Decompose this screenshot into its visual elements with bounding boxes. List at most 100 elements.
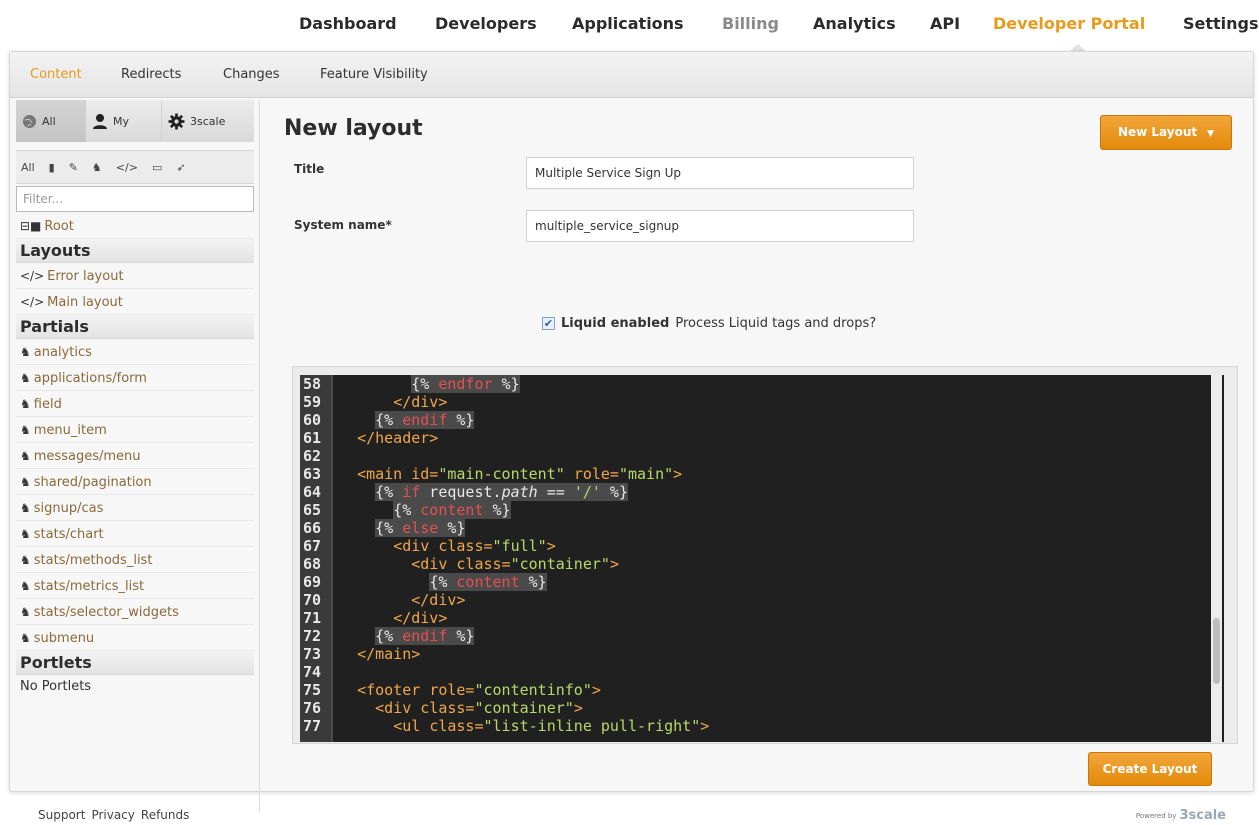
user-icon <box>93 114 107 129</box>
partial-item-label: shared/pagination <box>33 475 152 490</box>
layout-item-error[interactable]: </> Error layout <box>16 263 254 289</box>
rocket-icon[interactable]: ➶ <box>176 161 185 174</box>
nav-applications[interactable]: Applications <box>572 14 684 33</box>
nav-developer-portal[interactable]: Developer Portal <box>993 14 1145 33</box>
page-icon[interactable]: ▮ <box>49 161 55 174</box>
code-line[interactable]: 64 {% if request.path == '/' %} <box>300 483 1224 501</box>
code-line[interactable]: 67 <div class="full"> <box>300 537 1224 555</box>
filter-input[interactable] <box>16 186 254 212</box>
globe-icon <box>22 114 37 128</box>
line-number: 71 <box>303 609 322 627</box>
nav-billing[interactable]: Billing <box>722 14 779 33</box>
partial-item[interactable]: ♞ signup/cas <box>16 495 254 521</box>
line-number: 65 <box>303 501 322 519</box>
powered-by: Powered by 3scale <box>1136 808 1226 823</box>
editor-scrollbar[interactable] <box>1211 375 1222 742</box>
footer-privacy-link[interactable]: Privacy <box>91 808 134 822</box>
code-line[interactable]: 76 <div class="container"> <box>300 699 1224 717</box>
partial-item[interactable]: ♞ stats/metrics_list <box>16 573 254 599</box>
nav-settings[interactable]: Settings <box>1183 14 1259 33</box>
code-editor[interactable]: 58 {% endfor %} 59 </div> 60 {% endif %} 61… <box>300 375 1224 742</box>
partial-icon[interactable]: ♞ <box>92 161 102 174</box>
system-name-field[interactable]: multiple_service_signup <box>526 210 914 242</box>
partial-item[interactable]: ♞ applications/form <box>16 365 254 391</box>
code-line[interactable]: 59 </div> <box>300 393 1224 411</box>
editor-scrollbar-thumb[interactable] <box>1213 618 1220 684</box>
nav-dashboard[interactable]: Dashboard <box>299 14 397 33</box>
partial-icon: ♞ <box>20 605 31 619</box>
code-line[interactable]: 69 {% content %} <box>300 573 1224 591</box>
code-text: {% endif %} <box>375 411 475 429</box>
nav-analytics[interactable]: Analytics <box>813 14 896 33</box>
subnav-changes[interactable]: Changes <box>223 67 280 82</box>
liquid-enabled-checkbox[interactable]: ✔ <box>542 317 555 330</box>
partial-item[interactable]: ♞ submenu <box>16 625 254 651</box>
code-line[interactable]: 61 </header> <box>300 429 1224 447</box>
title-field[interactable]: Multiple Service Sign Up <box>526 157 914 189</box>
partials-heading: Partials <box>16 315 254 339</box>
code-line[interactable]: 77 <ul class="list-inline pull-right"> <box>300 717 1224 735</box>
line-number: 73 <box>303 645 322 663</box>
code-line[interactable]: 75 <footer role="contentinfo"> <box>300 681 1224 699</box>
nav-developers[interactable]: Developers <box>435 14 537 33</box>
code-text: <div class="full"> <box>393 537 556 555</box>
partial-icon: ♞ <box>20 553 31 567</box>
layout-form: New layout New Layout ▼ Title Multiple Se… <box>280 100 1240 790</box>
create-layout-button[interactable]: Create Layout <box>1088 752 1212 786</box>
partial-item[interactable]: ♞ field <box>16 391 254 417</box>
line-number: 60 <box>303 411 322 429</box>
layout-item-main[interactable]: </> Main layout <box>16 289 254 315</box>
footer-refunds-link[interactable]: Refunds <box>141 808 190 822</box>
line-number: 63 <box>303 465 322 483</box>
code-line[interactable]: 66 {% else %} <box>300 519 1224 537</box>
partial-item-label: menu_item <box>33 423 107 438</box>
partial-item[interactable]: ♞ shared/pagination <box>16 469 254 495</box>
line-number: 61 <box>303 429 322 447</box>
code-line[interactable]: 62 <box>300 447 1224 465</box>
partial-item[interactable]: ♞ analytics <box>16 339 254 365</box>
partial-item[interactable]: ♞ menu_item <box>16 417 254 443</box>
code-line[interactable]: 73 </main> <box>300 645 1224 663</box>
partial-icon: ♞ <box>20 345 31 359</box>
code-text: </div> <box>393 609 448 627</box>
attachment-icon[interactable]: ✎ <box>69 161 78 174</box>
portlets-empty-message: No Portlets <box>20 679 92 694</box>
folder-icon[interactable]: ▭ <box>152 161 162 174</box>
code-line[interactable]: 65 {% content %} <box>300 501 1224 519</box>
code-line[interactable]: 58 {% endfor %} <box>300 375 1224 393</box>
tree-root[interactable]: ⊟■ Root <box>16 213 254 239</box>
partial-item[interactable]: ♞ stats/chart <box>16 521 254 547</box>
code-line[interactable]: 63 <main id="main-content" role="main"> <box>300 465 1224 483</box>
code-text: <footer role="contentinfo"> <box>357 681 601 699</box>
new-layout-button[interactable]: New Layout ▼ <box>1100 115 1232 150</box>
partial-item[interactable]: ♞ stats/methods_list <box>16 547 254 573</box>
nav-api[interactable]: API <box>930 14 960 33</box>
3scale-logo: 3scale <box>1179 808 1226 823</box>
sidebar: All My 3scale All ▮ ✎ ♞ </> ▭ ➶ ⊟■Root L… <box>16 100 260 812</box>
page-title: New layout <box>284 116 423 141</box>
partial-item[interactable]: ♞ stats/selector_widgets <box>16 599 254 625</box>
footer-support-link[interactable]: Support <box>38 808 85 822</box>
main-panel: Content Redirects Changes Feature Visibi… <box>9 51 1254 812</box>
code-icon[interactable]: </> <box>116 161 138 174</box>
subnav-feature-visibility[interactable]: Feature Visibility <box>320 67 428 82</box>
code-text: <div class="container"> <box>375 699 583 717</box>
scope-3scale[interactable]: 3scale <box>162 100 254 142</box>
active-nav-caret <box>1070 44 1086 51</box>
code-line[interactable]: 71 </div> <box>300 609 1224 627</box>
subnav-redirects[interactable]: Redirects <box>121 67 181 82</box>
scope-my[interactable]: My <box>86 100 162 142</box>
line-number: 62 <box>303 447 322 465</box>
type-all[interactable]: All <box>21 161 35 174</box>
code-line[interactable]: 70 </div> <box>300 591 1224 609</box>
subnav-content[interactable]: Content <box>30 67 82 82</box>
scope-all[interactable]: All <box>16 100 86 142</box>
partial-item[interactable]: ♞ messages/menu <box>16 443 254 469</box>
code-line[interactable]: 72 {% endif %} <box>300 627 1224 645</box>
partial-item-label: stats/methods_list <box>33 553 153 568</box>
code-line[interactable]: 74 <box>300 663 1224 681</box>
code-line[interactable]: 60 {% endif %} <box>300 411 1224 429</box>
code-line[interactable]: 68 <div class="container"> <box>300 555 1224 573</box>
